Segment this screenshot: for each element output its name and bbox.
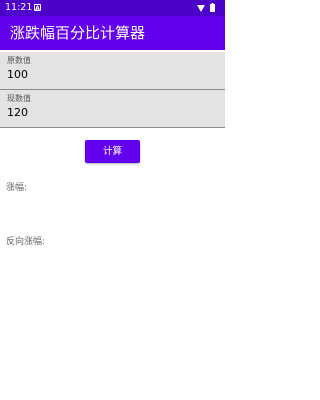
original-value-input[interactable] — [7, 68, 207, 82]
app-bar: 涨跌幅百分比计算器 — [0, 16, 225, 50]
status-time: 11:21 — [5, 2, 33, 13]
original-value-field[interactable]: 原数值 — [0, 52, 225, 90]
increase-result-label: 涨幅: — [6, 183, 28, 193]
current-value-field[interactable]: 现数值 — [0, 90, 225, 128]
calculate-button[interactable]: 计算 — [85, 140, 140, 163]
original-value-label: 原数值 — [7, 56, 31, 65]
notification-icon: A — [34, 4, 41, 12]
wifi-icon — [197, 5, 205, 12]
reverse-increase-result-label: 反向涨幅: — [6, 237, 46, 247]
battery-icon — [210, 3, 215, 12]
status-bar: 11:21 A — [0, 0, 225, 16]
current-value-input[interactable] — [7, 106, 207, 120]
app-title: 涨跌幅百分比计算器 — [10, 24, 146, 42]
current-value-label: 现数值 — [7, 94, 31, 103]
